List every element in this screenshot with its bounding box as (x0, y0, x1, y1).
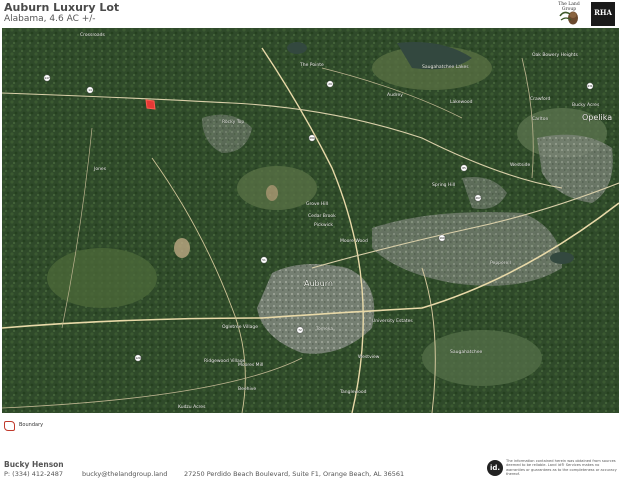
legend-boundary-label: Boundary (19, 422, 44, 428)
map-place-label: Rocky Top (222, 119, 244, 125)
page-title: Auburn Luxury Lot (4, 1, 120, 14)
road-shield-number: 120 (135, 356, 141, 360)
footer: Bucky Henson P: (334) 412-2487 bucky@the… (0, 455, 621, 480)
map-place-label: Pickwick (314, 222, 333, 228)
map-place-label: Jones (93, 166, 107, 172)
rha-logo: RHA (591, 2, 615, 26)
road-shield-number: 267 (475, 196, 481, 200)
road-shield-number: 51 (262, 258, 266, 262)
map-place-label: Audrey (387, 92, 403, 98)
map-place-label: Kudzu Acres (178, 404, 206, 410)
map-place-label: Grove Hill (306, 201, 328, 207)
satellite-imagery[interactable]: Crossroads Rocky Top The Pointe Saugahatche… (2, 28, 619, 413)
page-subtitle: Alabama, 4.6 AC +/- (4, 14, 96, 24)
road-shield-number: 169 (439, 236, 445, 240)
agent-name: Bucky Henson (4, 460, 64, 469)
map-place-label: Moore Wood (340, 238, 368, 244)
header: Auburn Luxury Lot Alabama, 4.6 AC +/- Th… (0, 0, 621, 28)
map-place-label: Ogletree Village (222, 324, 258, 330)
road-shield-number: 280 (309, 136, 315, 140)
land-group-logo: The Land Group (551, 2, 587, 27)
map-place-label: The Pointe (299, 62, 324, 68)
land-id-logo: id. (487, 460, 503, 476)
map-place-label: University Estates (372, 318, 413, 324)
road-shield-number: 431 (587, 84, 593, 88)
map-place-label: Cedar Brook (308, 213, 336, 219)
road-shield-number: 85 (462, 166, 466, 170)
boundary-swatch-icon (4, 421, 15, 431)
map-place-label: Westside (510, 162, 531, 168)
map-place-label: Tomeka (315, 326, 333, 332)
map-place-label: Crawford (530, 96, 551, 102)
map-place-label: Beehive (238, 386, 256, 392)
pinecone-icon (559, 11, 578, 25)
map-place-label: Pepperell (490, 260, 511, 266)
map-place-label: Crossroads (80, 32, 105, 38)
road-shield-number: 147 (44, 76, 50, 80)
map-place-label: Oak Bowery Heights (532, 52, 578, 58)
agent-email-link[interactable]: bucky@thelandgroup.land (82, 470, 167, 478)
road-shield-number: 72 (298, 328, 302, 332)
map-place-label: Spring Hill (432, 182, 455, 188)
map-place-label: Tanglewood (339, 389, 367, 395)
road-shield-number: 29 (328, 82, 332, 86)
map-place-label: Lakewood (450, 99, 473, 105)
map-place-label: Auburn (304, 279, 333, 288)
rha-logo-text: RHA (594, 8, 612, 17)
map-place-label: Bucky Acres (572, 102, 600, 108)
property-boundary[interactable] (145, 99, 156, 110)
map-place-label: Carlton (532, 116, 549, 122)
map-place-label: Saugahatchee (450, 349, 483, 355)
office-address: 27250 Perdido Beach Boulevard, Suite F1,… (184, 470, 405, 478)
agent-phone: P: (334) 412-2487 (4, 470, 64, 478)
map-place-label: Opelika (582, 113, 612, 122)
satellite-map[interactable]: Crossroads Rocky Top The Pointe Saugahatche… (2, 28, 619, 413)
road-shield-number: 14 (88, 88, 92, 92)
disclaimer-text: The information contained herein was obt… (506, 459, 617, 477)
map-place-label: Moores Mill (238, 362, 263, 368)
map-place-label: Westview (358, 354, 380, 360)
map-place-label: Saugahatchee Lakes (422, 64, 469, 70)
